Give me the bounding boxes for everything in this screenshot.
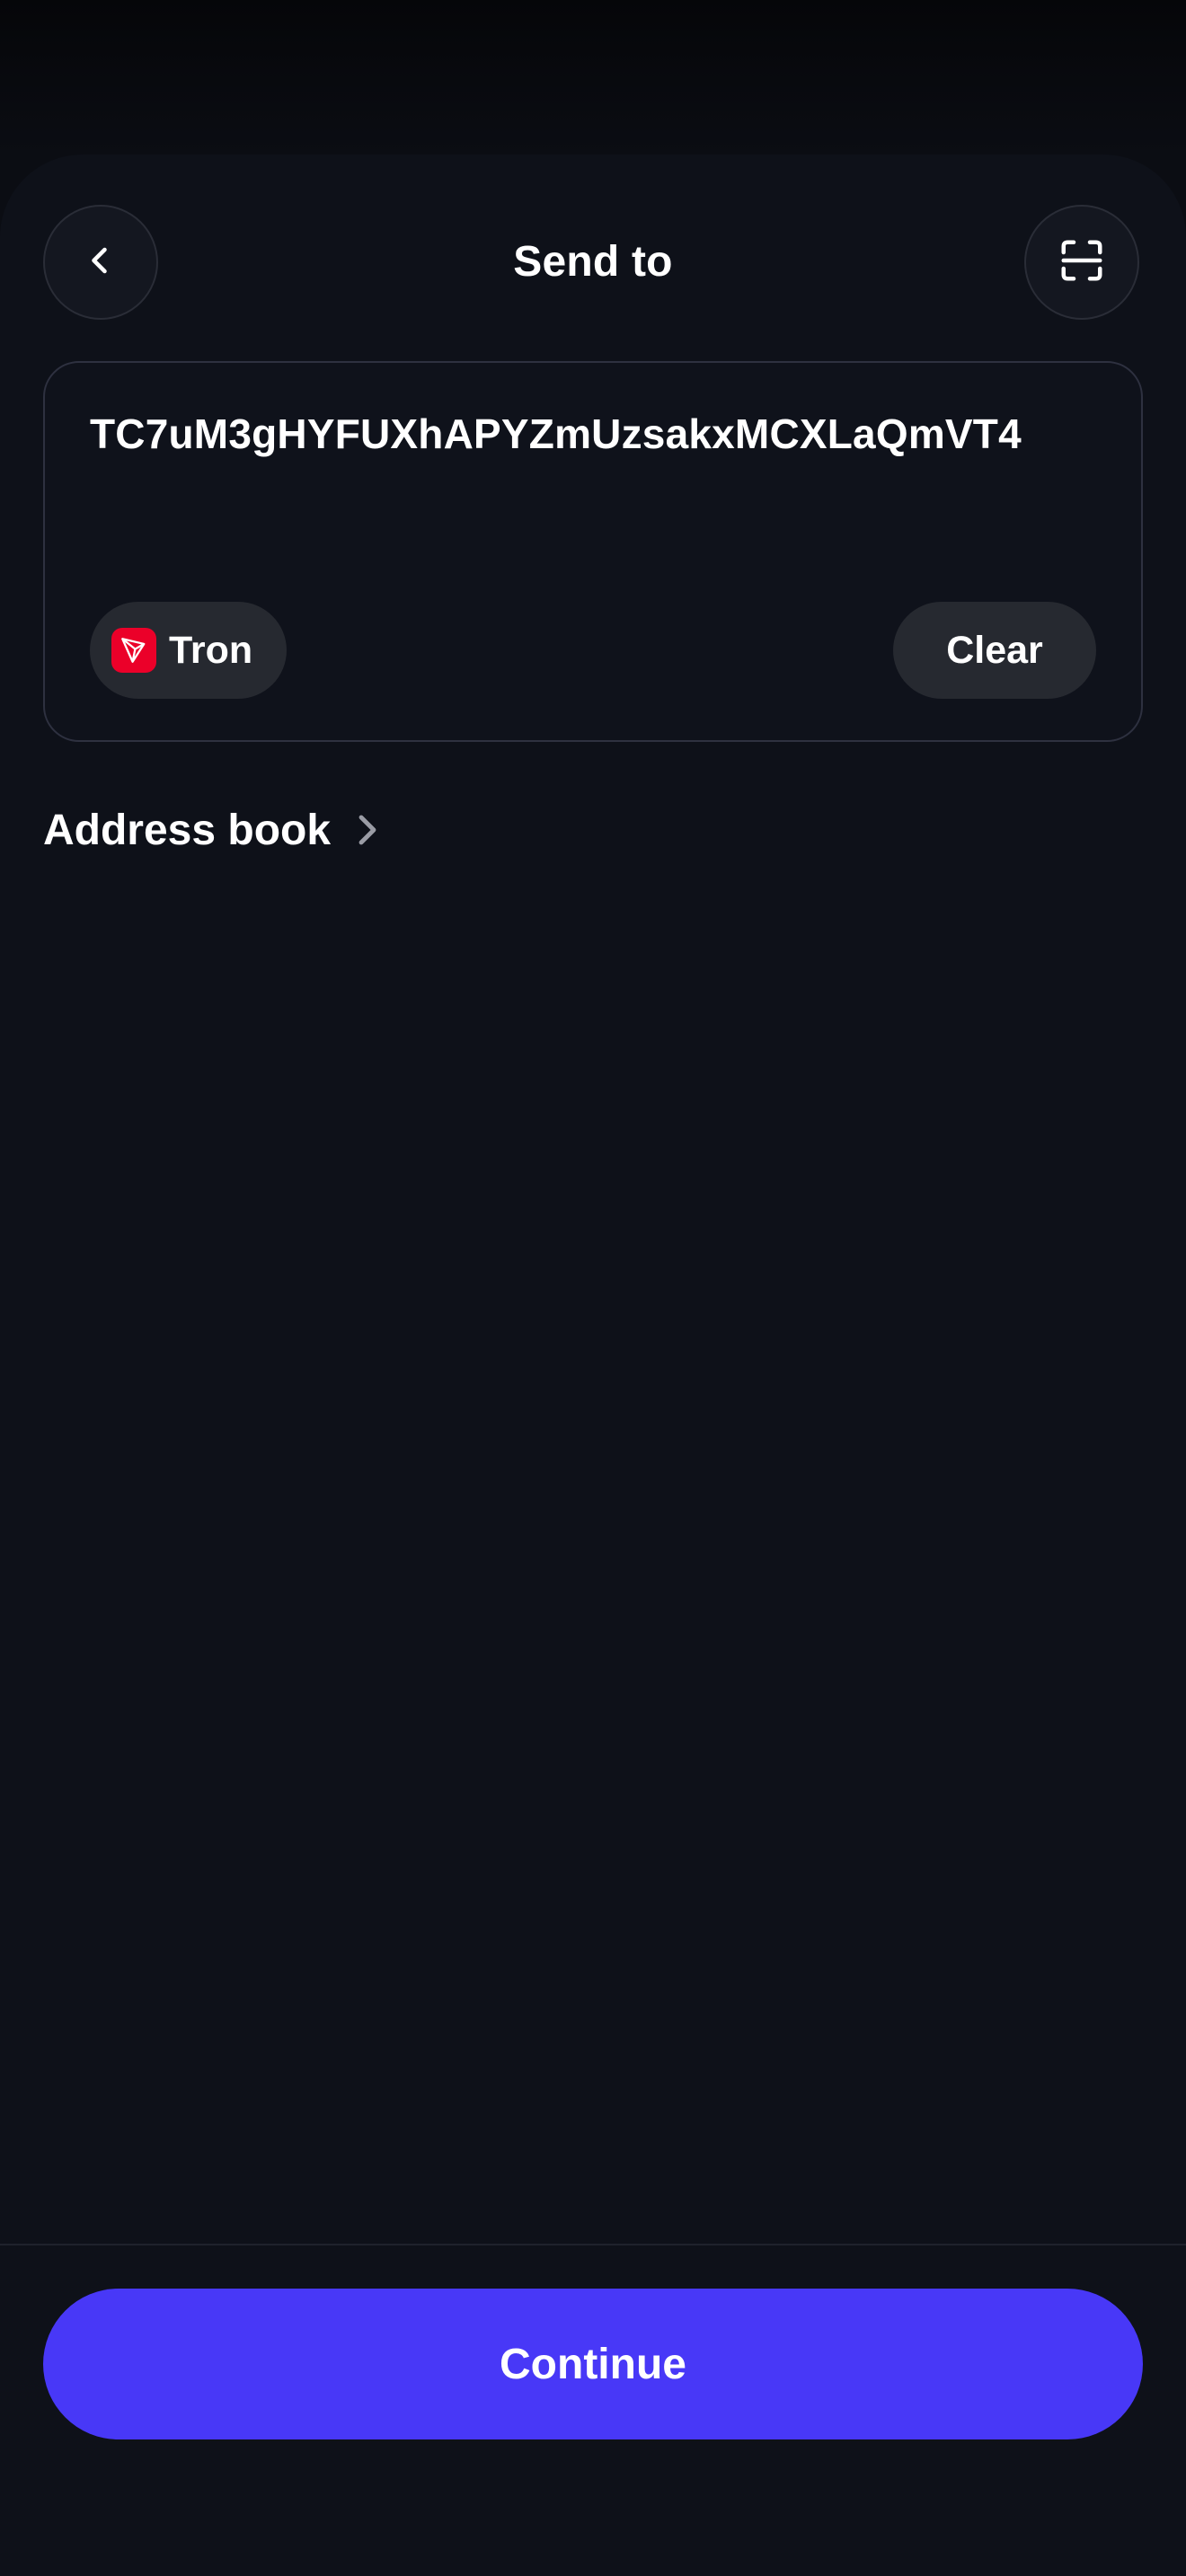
- scan-qr-button[interactable]: [1024, 205, 1139, 320]
- address-book-label: Address book: [43, 806, 332, 854]
- recipient-address-value[interactable]: TC7uM3gHYFUXhAPYZmUzsakxMCXLaQmVT4: [90, 410, 1022, 458]
- tron-logo-icon: [111, 628, 156, 673]
- network-label: Tron: [169, 628, 253, 672]
- footer-divider: [0, 2244, 1186, 2245]
- scan-qr-icon: [1058, 236, 1106, 289]
- recipient-address-field[interactable]: TC7uM3gHYFUXhAPYZmUzsakxMCXLaQmVT4 Tron …: [43, 361, 1143, 742]
- page-title: Send to: [513, 238, 673, 286]
- network-selector[interactable]: Tron: [90, 602, 288, 699]
- chevron-right-icon: [354, 812, 381, 848]
- address-book-link[interactable]: Address book: [43, 794, 381, 866]
- send-to-sheet: Send to TC7uM3gHYFUXhAPYZmUzsakxMCXLaQmV…: [0, 154, 1186, 2576]
- clear-button[interactable]: Clear: [893, 602, 1096, 699]
- continue-button[interactable]: Continue: [43, 2289, 1143, 2439]
